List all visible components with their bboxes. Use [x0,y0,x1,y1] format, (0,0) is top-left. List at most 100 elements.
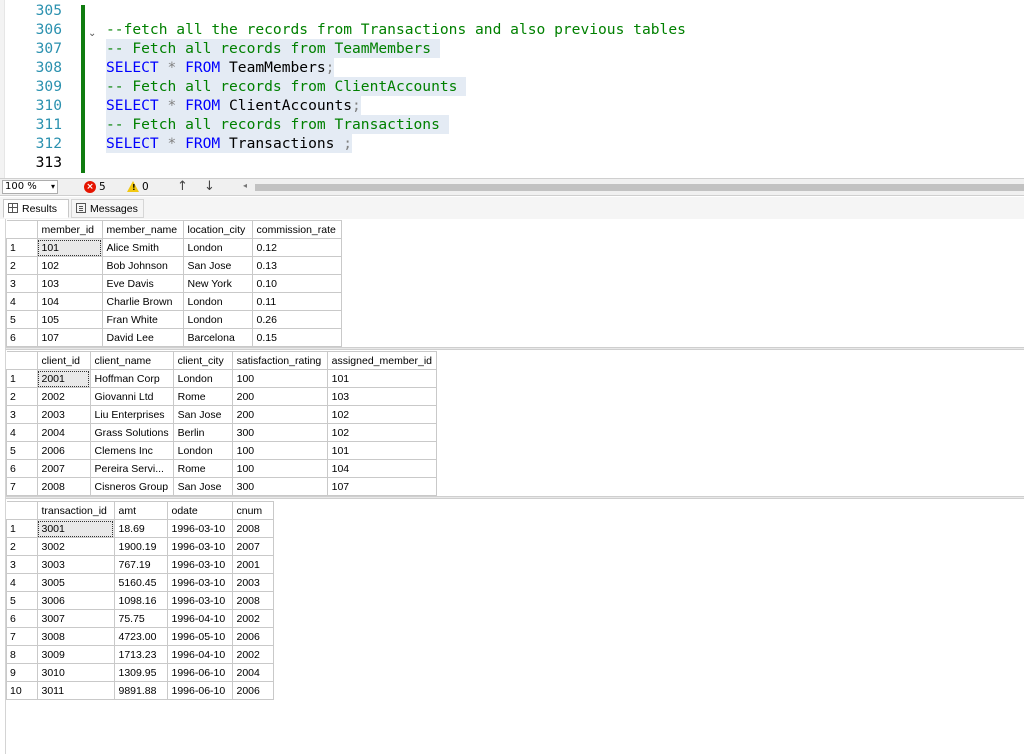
table-cell[interactable]: 1900.19 [113,537,168,556]
grid-corner[interactable] [6,351,38,370]
table-row[interactable]: 10 3011 9891.88 1996-06-10 2006 [6,681,274,700]
table-cell[interactable]: 103 [326,387,438,406]
table-cell[interactable]: Liu Enterprises [89,405,174,424]
grid-splitter[interactable] [6,496,1024,499]
table-row[interactable]: 2 3002 1900.19 1996-03-10 2007 [6,537,274,556]
grid-corner[interactable] [6,501,38,520]
table-cell[interactable]: 1996-04-10 [166,609,233,628]
table-cell[interactable]: Rome [172,459,233,478]
table-cell[interactable]: 1996-04-10 [166,645,233,664]
table-cell[interactable]: 3010 [36,663,115,682]
table-cell[interactable]: 104 [36,292,103,311]
table-row[interactable]: 4 3005 5160.45 1996-03-10 2003 [6,573,274,592]
row-number[interactable]: 6 [6,328,38,347]
table-cell[interactable]: 1996-03-10 [166,555,233,574]
column-header[interactable]: satisfaction_rating [231,351,328,370]
table-cell[interactable]: 2007 [231,537,274,556]
table-cell[interactable]: 3011 [36,681,115,700]
table-cell[interactable]: 3002 [36,537,115,556]
table-cell[interactable]: 5160.45 [113,573,168,592]
table-cell[interactable]: 102 [36,256,103,275]
row-number[interactable]: 8 [6,645,38,664]
column-header[interactable]: client_id [36,351,91,370]
table-cell[interactable]: 18.69 [113,519,168,538]
table-row[interactable]: 5 2006 Clemens Inc London 100 101 [6,441,438,460]
table-cell[interactable]: London [182,292,253,311]
table-cell[interactable]: Cisneros Group [89,477,174,496]
row-number[interactable]: 7 [6,627,38,646]
result-grid-clientaccounts[interactable]: client_id client_name client_city satisfact… [6,351,438,496]
table-cell[interactable]: Hoffman Corp [89,369,174,388]
table-cell[interactable]: 767.19 [113,555,168,574]
table-cell[interactable]: Clemens Inc [89,441,174,460]
table-cell[interactable]: San Jose [172,477,233,496]
code-line[interactable]: 311 -- Fetch all records from Transaction… [0,115,1024,134]
code-line[interactable]: 309 -- Fetch all records from ClientAccou… [0,77,1024,96]
row-number[interactable]: 5 [6,310,38,329]
tab-messages[interactable]: Messages [71,199,144,218]
row-number[interactable]: 4 [6,573,38,592]
table-cell[interactable]: 2001 [36,369,91,388]
table-row[interactable]: 7 2008 Cisneros Group San Jose 300 107 [6,477,438,496]
row-number[interactable]: 1 [6,369,38,388]
table-cell[interactable]: San Jose [172,405,233,424]
table-cell[interactable]: 200 [231,405,328,424]
row-number[interactable]: 3 [6,274,38,293]
table-cell[interactable]: 1713.23 [113,645,168,664]
grid-corner[interactable] [6,220,38,239]
table-cell[interactable]: 2004 [36,423,91,442]
table-cell[interactable]: 200 [231,387,328,406]
table-row[interactable]: 4 104 Charlie Brown London 0.11 [6,292,342,311]
code-line[interactable]: 305 [0,1,1024,20]
code-line[interactable]: 310 SELECT * FROM ClientAccounts; [0,96,1024,115]
row-number[interactable]: 2 [6,256,38,275]
table-cell[interactable]: New York [182,274,253,293]
table-cell[interactable]: 0.15 [251,328,342,347]
table-cell[interactable]: Charlie Brown [101,292,184,311]
table-cell[interactable]: 1996-03-10 [166,537,233,556]
table-row[interactable]: 1 2001 Hoffman Corp London 100 101 [6,369,438,388]
table-cell[interactable]: Barcelona [182,328,253,347]
row-number[interactable]: 2 [6,387,38,406]
table-cell[interactable]: 2007 [36,459,91,478]
table-cell[interactable]: 102 [326,405,438,424]
column-header[interactable]: commission_rate [251,220,342,239]
table-cell[interactable]: 0.10 [251,274,342,293]
row-number[interactable]: 6 [6,459,38,478]
table-cell[interactable]: 3007 [36,609,115,628]
table-cell[interactable]: 2004 [231,663,274,682]
scrollbar-thumb[interactable] [255,184,1024,191]
column-header[interactable]: cnum [231,501,274,520]
tab-results[interactable]: Results [3,199,69,218]
table-cell[interactable]: Alice Smith [101,238,184,257]
sql-editor[interactable]: 305 306 ⌄ --fetch all the records from Tran… [0,0,1024,178]
warning-count[interactable]: 0 [142,181,149,193]
table-cell[interactable]: 300 [231,477,328,496]
table-cell[interactable]: 300 [231,423,328,442]
table-cell[interactable]: 2008 [231,519,274,538]
table-row[interactable]: 9 3010 1309.95 1996-06-10 2004 [6,663,274,682]
column-header[interactable]: assigned_member_id [326,351,438,370]
row-number[interactable]: 10 [6,681,38,700]
table-cell[interactable]: David Lee [101,328,184,347]
table-row[interactable]: 3 103 Eve Davis New York 0.10 [6,274,342,293]
table-cell[interactable]: 0.12 [251,238,342,257]
table-cell[interactable]: 1996-03-10 [166,573,233,592]
code-line[interactable]: 306 ⌄ --fetch all the records from Transac… [0,20,1024,39]
row-number[interactable]: 6 [6,609,38,628]
row-number[interactable]: 3 [6,405,38,424]
column-header[interactable]: client_city [172,351,233,370]
table-cell[interactable]: 104 [326,459,438,478]
table-cell[interactable]: London [172,441,233,460]
column-header[interactable]: odate [166,501,233,520]
table-cell[interactable]: 107 [36,328,103,347]
column-header[interactable]: transaction_id [36,501,115,520]
table-cell[interactable]: 3006 [36,591,115,610]
table-row[interactable]: 3 2003 Liu Enterprises San Jose 200 102 [6,405,438,424]
row-number[interactable]: 3 [6,555,38,574]
code-line[interactable]: 307 -- Fetch all records from TeamMembers [0,39,1024,58]
table-cell[interactable]: Eve Davis [101,274,184,293]
table-cell[interactable]: 100 [231,459,328,478]
table-row[interactable]: 5 105 Fran White London 0.26 [6,310,342,329]
result-grid-teammembers[interactable]: member_id member_name location_city commiss… [6,220,342,347]
